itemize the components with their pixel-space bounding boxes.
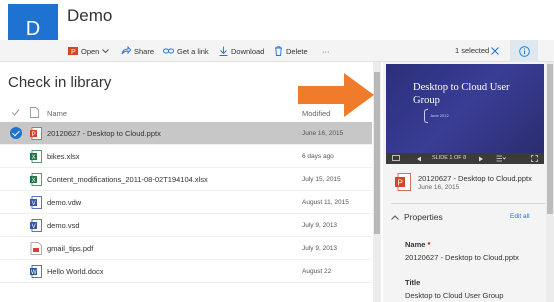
svg-text:V: V [32,224,36,230]
command-bar: P Open Share Get a link Download Delete … [0,40,554,62]
divider [391,203,545,204]
slide-indicator: SLIDE 1 OF 8 [432,155,467,161]
delete-button[interactable]: Delete [274,44,308,58]
preview-slide-title: Desktop to Cloud User Group [413,82,510,106]
row-checked-icon[interactable] [10,127,22,139]
file-name[interactable]: demo.vsd [47,221,80,230]
info-pane-button[interactable] [510,40,538,62]
property-value-name[interactable]: 20120627 - Desktop to Cloud.pptx [405,253,519,262]
excel-file-icon: X [30,150,42,163]
previous-slide-icon[interactable] [416,156,422,162]
presentation-icon[interactable] [392,155,400,162]
file-name[interactable]: Content_modifications_2011-08-02T194104.… [47,175,208,184]
close-icon [491,47,499,55]
trash-icon [275,46,282,56]
annotation-arrow-icon [298,73,374,117]
properties-heading: Properties [404,212,443,222]
file-preview[interactable]: Desktop to Cloud User Group June 2012 [386,64,544,153]
fullscreen-icon[interactable] [531,155,538,162]
pdf-file-icon [30,242,42,255]
svg-text:X: X [32,178,36,184]
file-name[interactable]: demo.vdw [47,198,81,207]
link-icon [163,48,174,54]
file-row[interactable]: X Content_modifications_2011-08-02T19410… [0,168,372,191]
clear-selection-button[interactable] [489,44,501,58]
svg-text:P: P [398,179,403,188]
required-marker: * [427,240,431,249]
file-row[interactable]: gmail_tips.pdf July 9, 2013 [0,237,372,260]
share-label: Share [134,46,155,56]
property-label-name: Name * [405,240,430,249]
share-button[interactable]: Share [121,44,154,58]
open-button[interactable]: P Open [68,44,110,58]
preview-bracket-icon [424,109,428,123]
slide-menu-icon[interactable] [496,155,506,162]
visio-file-icon: V [30,196,42,209]
file-modified: July 15, 2015 [302,176,341,183]
property-label-title: Title [405,278,420,287]
visio-file-icon: V [30,219,42,232]
file-name[interactable]: Hello World.docx [47,267,104,276]
preview-toolbar: SLIDE 1 OF 8 [386,153,544,164]
powerpoint-icon: P [68,47,78,56]
download-icon [219,46,228,56]
file-modified: August 11, 2015 [302,199,349,206]
download-button[interactable]: Download [219,44,264,58]
site-title[interactable]: Demo [67,6,112,26]
select-all-check-icon[interactable] [11,108,20,117]
file-type-icon [30,107,39,118]
file-name[interactable]: 20120627 - Desktop to Cloud.pptx [47,129,161,138]
property-label-name-text: Name [405,240,426,249]
preview-slide-subtitle: June 2012 [430,113,449,118]
more-button[interactable]: ··· [322,44,330,58]
svg-text:W: W [31,270,37,276]
file-name[interactable]: bikes.xlsx [47,152,80,161]
details-scroll-thumb[interactable] [547,64,553,214]
file-list: P 20120627 - Desktop to Cloud.pptx June … [0,122,372,283]
properties-section-toggle[interactable]: Properties [391,212,443,222]
powerpoint-file-icon: P [395,173,411,191]
get-link-button[interactable]: Get a link [163,44,209,58]
more-label: ··· [322,46,330,56]
download-label: Download [231,46,265,56]
excel-file-icon: X [30,173,42,186]
site-logo-letter: D [25,17,41,40]
file-row[interactable]: W Hello World.docx August 22 [0,260,372,283]
delete-label: Delete [286,46,308,56]
file-name[interactable]: gmail_tips.pdf [47,244,93,253]
svg-text:X: X [32,155,36,161]
edit-all-link[interactable]: Edit all [510,213,530,220]
get-link-label: Get a link [177,46,209,56]
next-slide-icon[interactable] [478,156,484,162]
file-modified: July 9, 2013 [302,245,338,252]
selected-count: 1 selected [455,46,490,55]
file-row[interactable]: P 20120627 - Desktop to Cloud.pptx June … [0,122,372,145]
file-row[interactable]: X bikes.xlsx 6 days ago [0,145,372,168]
svg-text:P: P [71,49,76,56]
file-row[interactable]: V demo.vdw August 11, 2015 [0,191,372,214]
chevron-down-icon [102,48,110,53]
powerpoint-file-icon: P [30,127,42,140]
file-modified: July 9, 2013 [302,222,338,229]
selected-file-date: June 16, 2015 [418,184,460,191]
selected-file-card: P 20120627 - Desktop to Cloud.pptx June … [386,166,544,200]
column-name[interactable]: Name [47,109,67,118]
svg-text:V: V [32,201,36,207]
property-value-title[interactable]: Desktop to Cloud User Group [405,291,503,300]
file-modified: August 22 [302,268,332,275]
share-icon [121,46,131,55]
file-row[interactable]: V demo.vsd July 9, 2013 [0,214,372,237]
svg-text:P: P [32,132,36,138]
word-file-icon: W [30,265,42,278]
library-title: Check in library [8,74,112,91]
file-modified: 6 days ago [302,153,334,160]
chevron-up-icon [391,214,399,220]
info-icon [518,45,530,57]
property-label-title-text: Title [405,278,421,287]
selected-file-name: 20120627 - Desktop to Cloud.pptx [418,174,532,183]
file-modified: June 16, 2015 [302,130,344,137]
open-label: Open [81,46,100,56]
